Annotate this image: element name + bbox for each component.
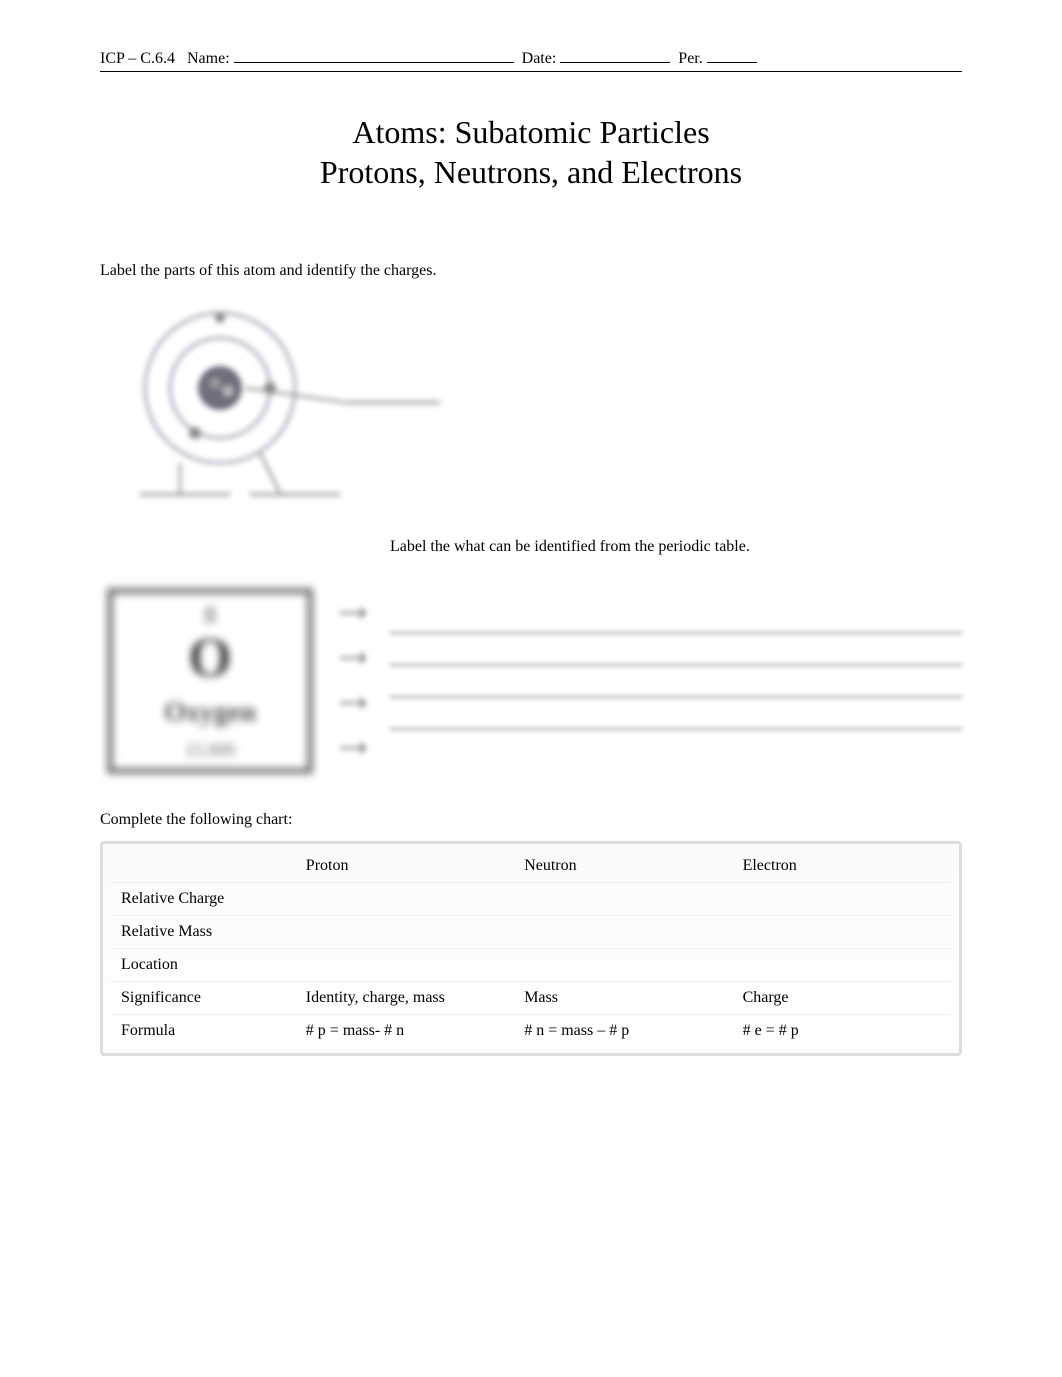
- arrow-icon: [340, 696, 370, 711]
- name-label: [175, 50, 187, 68]
- table-row: Significance Identity, charge, mass Mass…: [111, 982, 951, 1015]
- answer-blank[interactable]: [390, 728, 962, 730]
- table-header-row: Proton Neutron Electron: [111, 850, 951, 883]
- per-label: Per.: [678, 50, 702, 68]
- header-neutron: Neutron: [514, 850, 732, 883]
- per-blank[interactable]: [707, 62, 757, 63]
- date-blank[interactable]: [560, 62, 670, 63]
- cell-blank[interactable]: [296, 949, 514, 982]
- header-electron: Electron: [733, 850, 951, 883]
- title-line-1: Atoms: Subatomic Particles: [100, 112, 962, 152]
- cell-value: # p = mass- # n: [296, 1015, 514, 1048]
- periodic-instruction: Label the what can be identified from th…: [390, 538, 962, 556]
- cell-value: # e = # p: [733, 1015, 951, 1048]
- cell-value: Mass: [514, 982, 732, 1015]
- element-name: Oxygen: [164, 697, 256, 728]
- cell-value: Identity, charge, mass: [296, 982, 514, 1015]
- date-label: Date:: [522, 50, 557, 68]
- element-symbol: O: [188, 627, 232, 689]
- answer-blank[interactable]: [390, 632, 962, 634]
- name-label-text: Name:: [187, 50, 230, 68]
- table-row: Formula # p = mass- # n # n = mass – # p…: [111, 1015, 951, 1048]
- cell-blank[interactable]: [514, 916, 732, 949]
- arrow-column: [340, 606, 370, 756]
- atom-diagram: [100, 288, 450, 518]
- cell-blank[interactable]: [733, 883, 951, 916]
- row-label: Significance: [111, 982, 296, 1015]
- cell-blank[interactable]: [296, 883, 514, 916]
- worksheet-header: ICP – C.6.4 Name: Date: Per.: [100, 50, 962, 72]
- row-label: Location: [111, 949, 296, 982]
- row-label: Formula: [111, 1015, 296, 1048]
- table-row: Relative Mass: [111, 916, 951, 949]
- arrow-icon: [340, 651, 370, 666]
- atomic-number: 8: [204, 603, 216, 629]
- course-code: ICP – C.6.4: [100, 50, 175, 68]
- atom-instruction: Label the parts of this atom and identif…: [100, 262, 962, 280]
- cell-blank[interactable]: [296, 916, 514, 949]
- periodic-area: 8 O Oxygen 15.999: [100, 581, 962, 781]
- periodic-element-tile: 8 O Oxygen 15.999: [100, 581, 320, 781]
- cell-blank[interactable]: [514, 949, 732, 982]
- header-proton: Proton: [296, 850, 514, 883]
- arrow-icon: [340, 741, 370, 756]
- answer-blank[interactable]: [390, 664, 962, 666]
- subatomic-chart: Proton Neutron Electron Relative Charge …: [111, 850, 951, 1047]
- atomic-mass: 15.999: [185, 740, 235, 760]
- row-label: Relative Charge: [111, 883, 296, 916]
- table-row: Relative Charge: [111, 883, 951, 916]
- title-block: Atoms: Subatomic Particles Protons, Neut…: [100, 112, 962, 192]
- header-blank: [111, 850, 296, 883]
- cell-blank[interactable]: [733, 916, 951, 949]
- chart-wrapper: Proton Neutron Electron Relative Charge …: [100, 841, 962, 1056]
- periodic-answer-lines: [390, 632, 962, 730]
- row-label: Relative Mass: [111, 916, 296, 949]
- cell-value: # n = mass – # p: [514, 1015, 732, 1048]
- arrow-icon: [340, 606, 370, 621]
- answer-blank[interactable]: [390, 696, 962, 698]
- name-blank[interactable]: [234, 62, 514, 63]
- cell-blank[interactable]: [514, 883, 732, 916]
- title-line-2: Protons, Neutrons, and Electrons: [100, 152, 962, 192]
- table-row: Location: [111, 949, 951, 982]
- chart-instruction: Complete the following chart:: [100, 811, 962, 829]
- cell-value: Charge: [733, 982, 951, 1015]
- cell-blank[interactable]: [733, 949, 951, 982]
